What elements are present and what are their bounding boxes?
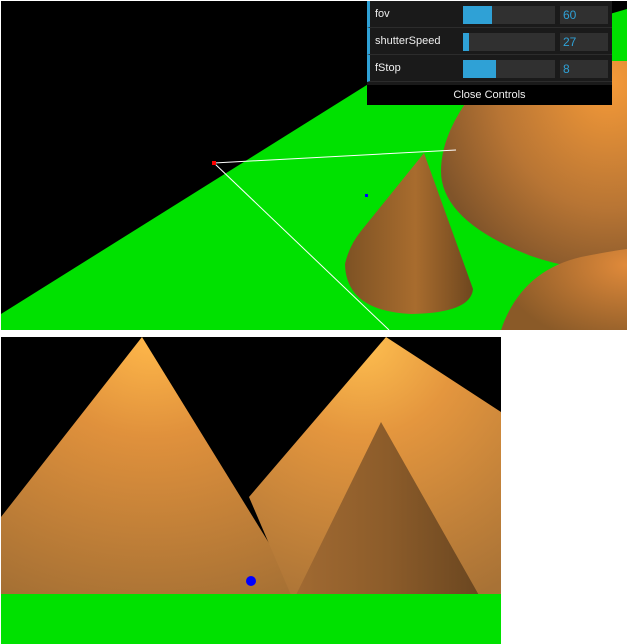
fov-slider[interactable] <box>463 6 555 24</box>
fstop-value-input[interactable] <box>560 60 608 78</box>
fov-slider-fill <box>463 6 493 24</box>
fstop-slider[interactable] <box>463 60 555 78</box>
camera-marker <box>212 161 216 165</box>
fov-value-input[interactable] <box>560 6 608 24</box>
control-label-shutter-speed: shutterSpeed <box>375 35 441 47</box>
control-row-shutter-speed: shutterSpeed <box>367 28 612 55</box>
shutter-speed-value-input[interactable] <box>560 33 608 51</box>
preview-focus-marker <box>246 576 256 586</box>
control-row-fov: fov <box>367 1 612 28</box>
control-label-fstop: fStop <box>375 62 401 74</box>
shutter-speed-slider[interactable] <box>463 33 555 51</box>
focus-marker <box>365 194 368 197</box>
camera-preview-view[interactable] <box>1 337 501 644</box>
control-label-fov: fov <box>375 8 390 20</box>
fstop-slider-fill <box>463 60 497 78</box>
control-row-fstop: fStop <box>367 55 612 82</box>
preview-ground <box>1 594 501 644</box>
shutter-speed-slider-fill <box>463 33 469 51</box>
close-controls-button[interactable]: Close Controls <box>367 85 612 105</box>
controls-panel: fov shutterSpeed fStop Close Controls <box>367 1 612 105</box>
